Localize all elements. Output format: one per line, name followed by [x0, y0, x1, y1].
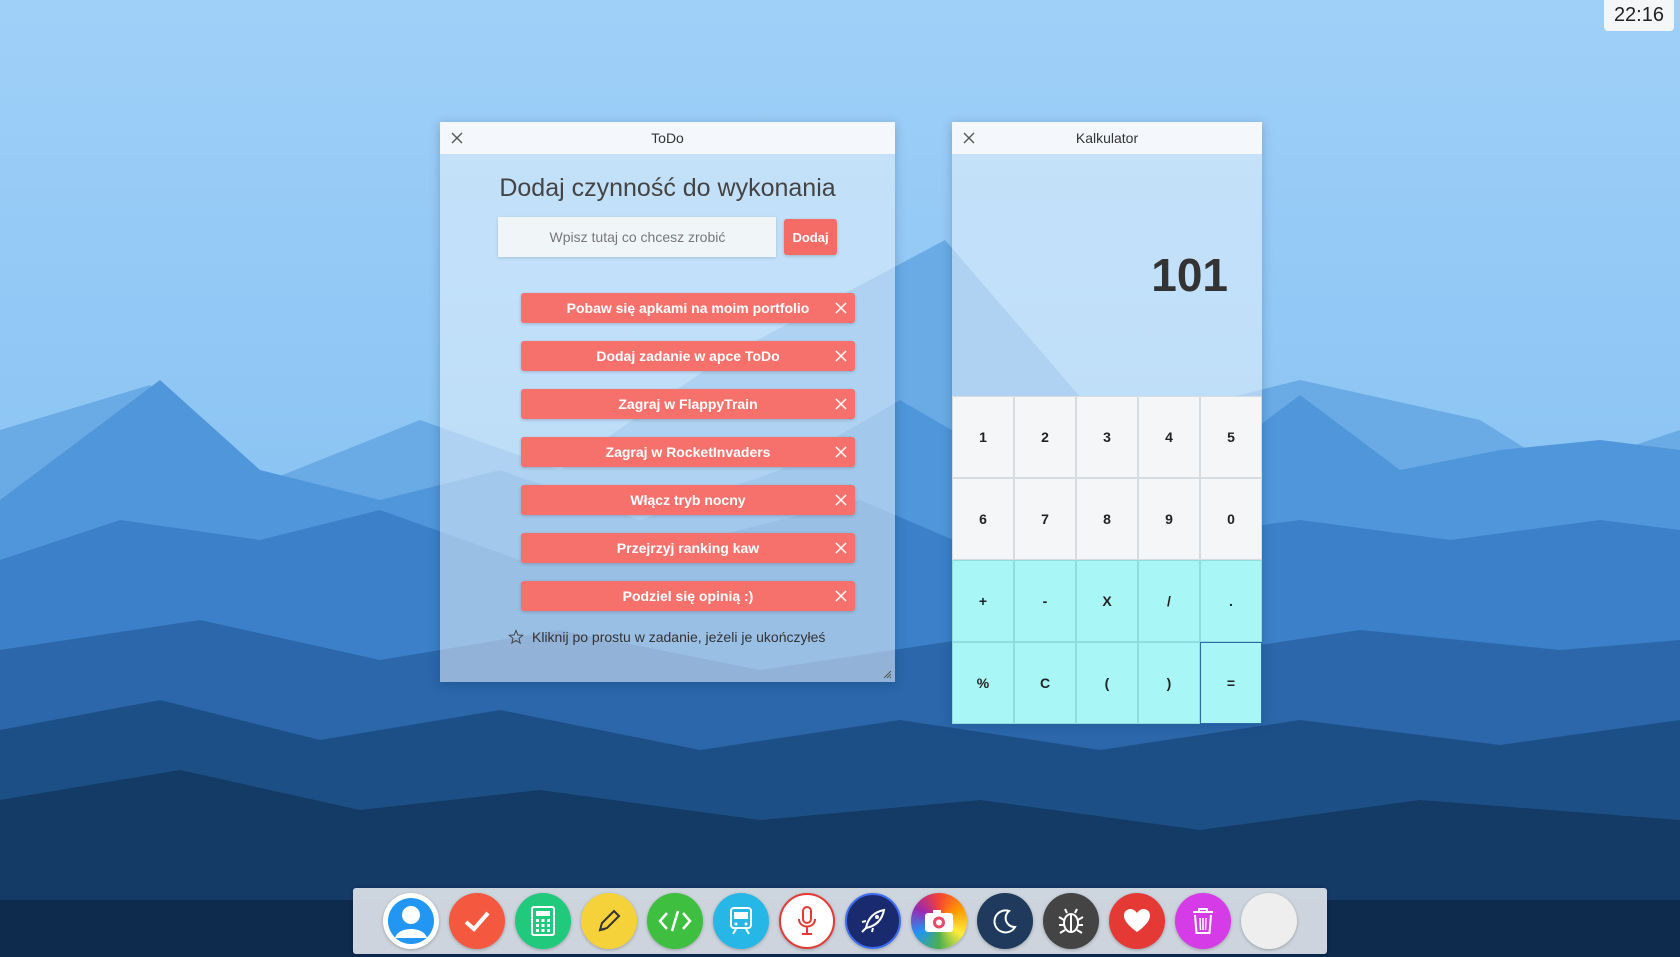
key-0[interactable]: 0	[1200, 478, 1262, 560]
camera-icon[interactable]	[911, 893, 967, 949]
dock	[353, 888, 1327, 954]
blank-icon[interactable]	[1241, 893, 1297, 949]
pencil-icon[interactable]	[581, 893, 637, 949]
todo-input[interactable]	[498, 217, 777, 257]
task-label: Przejrzyj ranking kaw	[616, 540, 760, 556]
task-label: Zagraj w RocketInvaders	[605, 444, 771, 460]
profile-icon[interactable]	[383, 893, 439, 949]
calculator-titlebar[interactable]: Kalkulator	[952, 122, 1262, 154]
task-label: Pobaw się apkami na moim portfolio	[566, 300, 810, 316]
key-clear[interactable]: C	[1014, 642, 1076, 724]
moon-icon[interactable]	[977, 893, 1033, 949]
calculator-display: 101	[1151, 249, 1228, 301]
task-item[interactable]: Przejrzyj ranking kaw	[521, 533, 855, 563]
calculator-keypad: 1 2 3 4 5 6 7 8 9 0 + - X / . % C ( ) =	[952, 396, 1262, 724]
key-1[interactable]: 1	[952, 396, 1014, 478]
close-icon[interactable]	[834, 301, 848, 315]
todo-title: ToDo	[651, 130, 684, 146]
task-item[interactable]: Dodaj zadanie w apce ToDo	[521, 341, 855, 371]
key-6[interactable]: 6	[952, 478, 1014, 560]
key-multiply[interactable]: X	[1076, 560, 1138, 642]
bug-icon[interactable]	[1043, 893, 1099, 949]
calculator-window: Kalkulator 101 1 2 3 4 5 6 7 8 9 0 + - X…	[952, 122, 1262, 724]
key-minus[interactable]: -	[1014, 560, 1076, 642]
todo-check-icon[interactable]	[449, 893, 505, 949]
close-icon[interactable]	[448, 129, 466, 147]
task-item[interactable]: Włącz tryb nocny	[521, 485, 855, 515]
task-label: Włącz tryb nocny	[630, 492, 746, 508]
key-7[interactable]: 7	[1014, 478, 1076, 560]
clock: 22:16	[1603, 0, 1674, 31]
todo-input-row: Dodaj	[440, 217, 895, 257]
add-task-button[interactable]: Dodaj	[784, 219, 837, 255]
task-item[interactable]: Pobaw się apkami na moim portfolio	[521, 293, 855, 323]
star-icon	[508, 629, 524, 645]
task-label: Dodaj zadanie w apce ToDo	[596, 348, 780, 364]
close-icon[interactable]	[834, 541, 848, 555]
key-plus[interactable]: +	[952, 560, 1014, 642]
microphone-icon[interactable]	[779, 893, 835, 949]
task-item[interactable]: Zagraj w RocketInvaders	[521, 437, 855, 467]
key-equals[interactable]: =	[1200, 642, 1262, 724]
code-icon[interactable]	[647, 893, 703, 949]
key-decimal[interactable]: .	[1200, 560, 1262, 642]
close-icon[interactable]	[834, 349, 848, 363]
close-icon[interactable]	[960, 129, 978, 147]
todo-heading: Dodaj czynność do wykonania	[499, 174, 836, 202]
calculator-icon[interactable]	[515, 893, 571, 949]
key-3[interactable]: 3	[1076, 396, 1138, 478]
key-2[interactable]: 2	[1014, 396, 1076, 478]
trash-icon[interactable]	[1175, 893, 1231, 949]
task-label: Podziel się opinią :)	[622, 588, 754, 604]
todo-titlebar[interactable]: ToDo	[440, 122, 895, 154]
todo-hint: Kliknij po prostu w zadanie, jeżeli je u…	[508, 629, 895, 645]
close-icon[interactable]	[834, 397, 848, 411]
task-item[interactable]: Zagraj w FlappyTrain	[521, 389, 855, 419]
heart-icon[interactable]	[1109, 893, 1165, 949]
task-item[interactable]: Podziel się opinią :)	[521, 581, 855, 611]
key-divide[interactable]: /	[1138, 560, 1200, 642]
key-percent[interactable]: %	[952, 642, 1014, 724]
key-open-paren[interactable]: (	[1076, 642, 1138, 724]
close-icon[interactable]	[834, 493, 848, 507]
close-icon[interactable]	[834, 589, 848, 603]
close-icon[interactable]	[834, 445, 848, 459]
key-5[interactable]: 5	[1200, 396, 1262, 478]
train-icon[interactable]	[713, 893, 769, 949]
hint-text: Kliknij po prostu w zadanie, jeżeli je u…	[532, 629, 826, 645]
rocket-icon[interactable]	[845, 893, 901, 949]
calculator-title: Kalkulator	[1075, 130, 1139, 146]
task-label: Zagraj w FlappyTrain	[618, 396, 758, 412]
key-9[interactable]: 9	[1138, 478, 1200, 560]
key-8[interactable]: 8	[1076, 478, 1138, 560]
key-4[interactable]: 4	[1138, 396, 1200, 478]
resize-grip-icon[interactable]	[882, 669, 892, 679]
key-close-paren[interactable]: )	[1138, 642, 1200, 724]
todo-window: ToDo Dodaj czynność do wykonania Dodaj P…	[440, 122, 895, 682]
task-list: Pobaw się apkami na moim portfolio Dodaj…	[440, 293, 895, 611]
